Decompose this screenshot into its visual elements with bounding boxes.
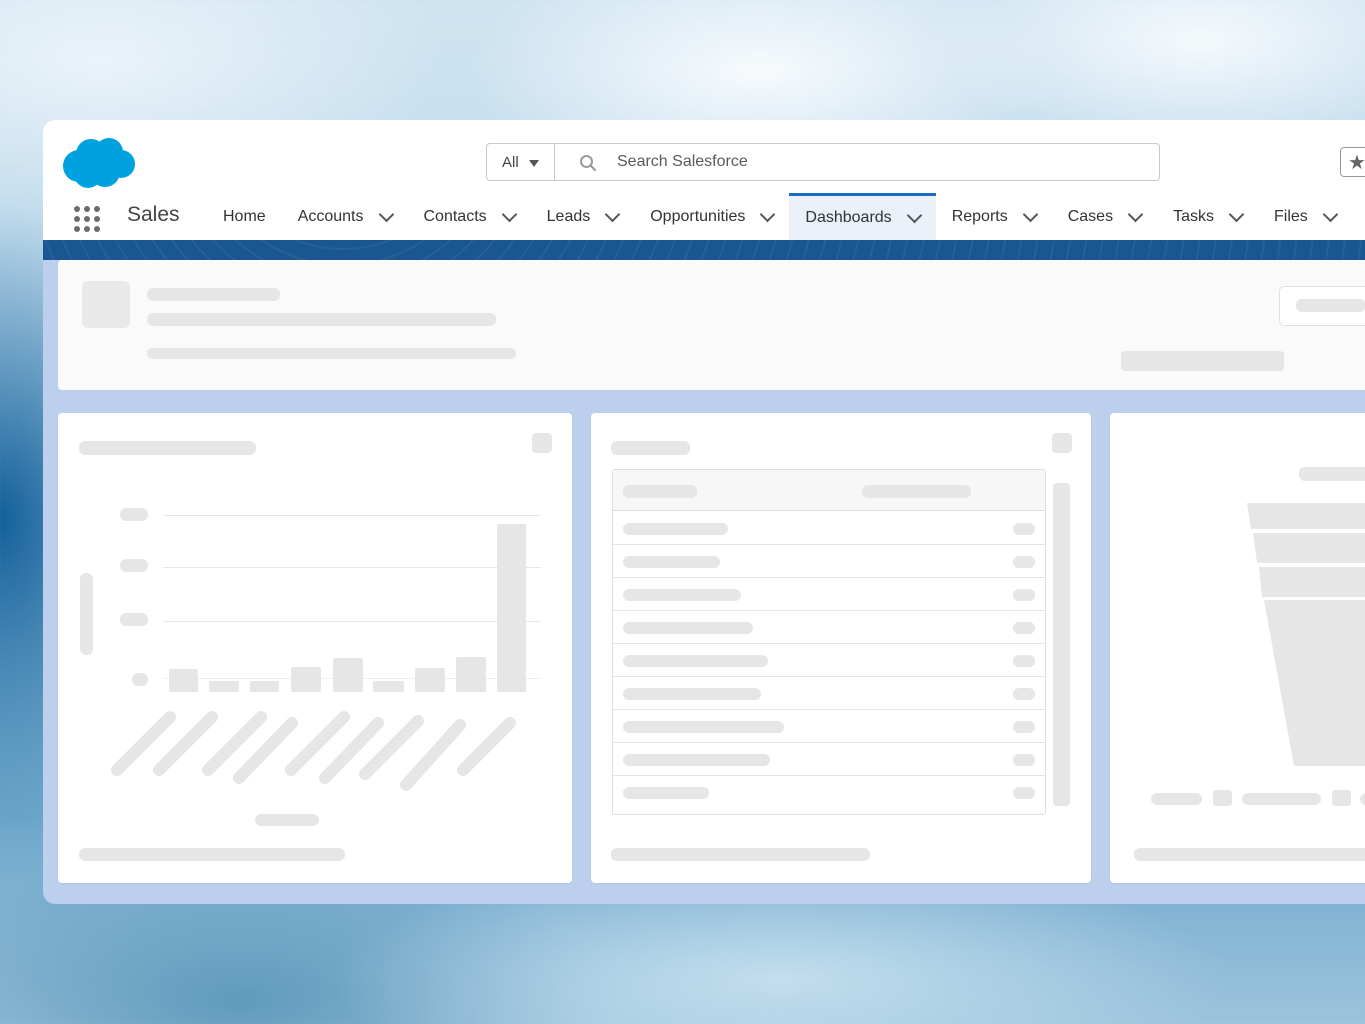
- chevron-down-icon[interactable]: [906, 207, 922, 224]
- skeleton-funnel: [1247, 503, 1365, 766]
- nav-item-leads[interactable]: Leads: [531, 193, 635, 240]
- skeleton-legend-line: [1360, 793, 1365, 805]
- nav-item-label: Reports: [951, 207, 1008, 225]
- global-header: All ★ Sales Home Accounts: [43, 120, 1365, 240]
- skeleton-card-title: [611, 441, 690, 455]
- skeleton-line: [147, 313, 496, 326]
- chevron-down-icon[interactable]: [604, 206, 621, 222]
- skeleton-scrollbar[interactable]: [1053, 483, 1070, 806]
- search-icon: [580, 155, 597, 172]
- table-row[interactable]: [613, 643, 1045, 677]
- chevron-down-icon[interactable]: [1022, 206, 1038, 222]
- skeleton-card-menu[interactable]: [1052, 433, 1072, 453]
- skeleton-line: [1121, 351, 1284, 371]
- chevron-down-icon[interactable]: [1322, 206, 1339, 222]
- chevron-down-icon[interactable]: [501, 206, 517, 222]
- nav-item-label: Accounts: [297, 207, 364, 225]
- dashboard-card-funnel: [1110, 413, 1365, 883]
- chevron-down-icon[interactable]: [760, 206, 776, 222]
- search-scope-label: All: [502, 153, 519, 171]
- table-row[interactable]: [613, 742, 1045, 776]
- table-header: [613, 470, 1045, 511]
- nav-item-label: Files: [1273, 207, 1308, 225]
- brand-band: [43, 240, 1365, 260]
- skeleton-legend-line: [1242, 793, 1321, 805]
- nav-item-label: Opportunities: [650, 207, 746, 225]
- skeleton-column-header: [862, 485, 971, 498]
- skeleton-line: [147, 348, 516, 359]
- skeleton-card-footer: [1134, 848, 1365, 861]
- nav-item-accounts[interactable]: Accounts: [282, 193, 408, 240]
- skeleton-x-labels: [111, 711, 516, 791]
- skeleton-legend-swatch: [1213, 790, 1232, 806]
- skeleton-table: [612, 469, 1046, 815]
- caret-down-icon: [528, 159, 539, 167]
- skeleton-line: [147, 288, 280, 301]
- search-scope-dropdown[interactable]: All: [486, 143, 555, 181]
- nav-item-contacts[interactable]: Contacts: [408, 193, 531, 240]
- search-box[interactable]: [555, 143, 1160, 181]
- table-row[interactable]: [613, 610, 1045, 644]
- salesforce-window: All ★ Sales Home Accounts: [43, 120, 1365, 904]
- dashboard-header-skeleton: [58, 260, 1365, 390]
- table-row[interactable]: [613, 511, 1045, 545]
- table-row[interactable]: [613, 775, 1045, 808]
- table-row[interactable]: [613, 544, 1045, 578]
- skeleton-card-footer: [611, 848, 870, 861]
- skeleton-legend-line: [1151, 793, 1202, 805]
- chevron-down-icon[interactable]: [378, 206, 394, 222]
- chevron-down-icon[interactable]: [1127, 206, 1144, 222]
- dashboard-card-bar-chart: [58, 413, 572, 883]
- dashboard-card-table: [591, 413, 1091, 883]
- favorites-button[interactable]: ★: [1340, 147, 1365, 177]
- app-launcher-grid-icon[interactable]: [74, 206, 100, 232]
- nav-item-files[interactable]: Files: [1258, 193, 1352, 240]
- nav-item-dashboards[interactable]: Dashboards: [789, 193, 936, 240]
- star-icon: ★: [1348, 151, 1365, 174]
- search-input[interactable]: [617, 144, 1137, 180]
- table-row[interactable]: [613, 577, 1045, 611]
- chevron-down-icon[interactable]: [1228, 206, 1245, 222]
- skeleton-card-footer: [79, 848, 345, 861]
- skeleton-legend-swatch: [1332, 790, 1351, 806]
- skeleton-column-header: [623, 485, 697, 498]
- nav-item-label: Home: [223, 207, 266, 225]
- nav-item-label: Dashboards: [805, 209, 892, 226]
- nav-item-cases[interactable]: Cases: [1052, 193, 1157, 240]
- nav-item-label: Tasks: [1173, 207, 1214, 225]
- skeleton-icon: [82, 281, 130, 328]
- app-name: Sales: [127, 203, 180, 226]
- nav-item-opportunities[interactable]: Opportunities: [634, 193, 789, 240]
- skeleton-line: [1296, 299, 1365, 312]
- nav-item-home[interactable]: Home: [207, 193, 282, 240]
- nav-item-tasks[interactable]: Tasks: [1157, 193, 1258, 240]
- table-row[interactable]: [613, 709, 1045, 743]
- skeleton-x-axis-label: [255, 814, 319, 826]
- nav-item-reports[interactable]: Reports: [936, 193, 1052, 240]
- nav-item-label: Leads: [546, 207, 591, 225]
- nav-item-label: Contacts: [423, 207, 487, 225]
- salesforce-cloud-logo[interactable]: [61, 136, 135, 190]
- table-row[interactable]: [613, 676, 1045, 710]
- nav-item-label: Cases: [1067, 207, 1114, 225]
- navigation-bar: Home Accounts Contacts Leads Opportuniti…: [207, 193, 1352, 240]
